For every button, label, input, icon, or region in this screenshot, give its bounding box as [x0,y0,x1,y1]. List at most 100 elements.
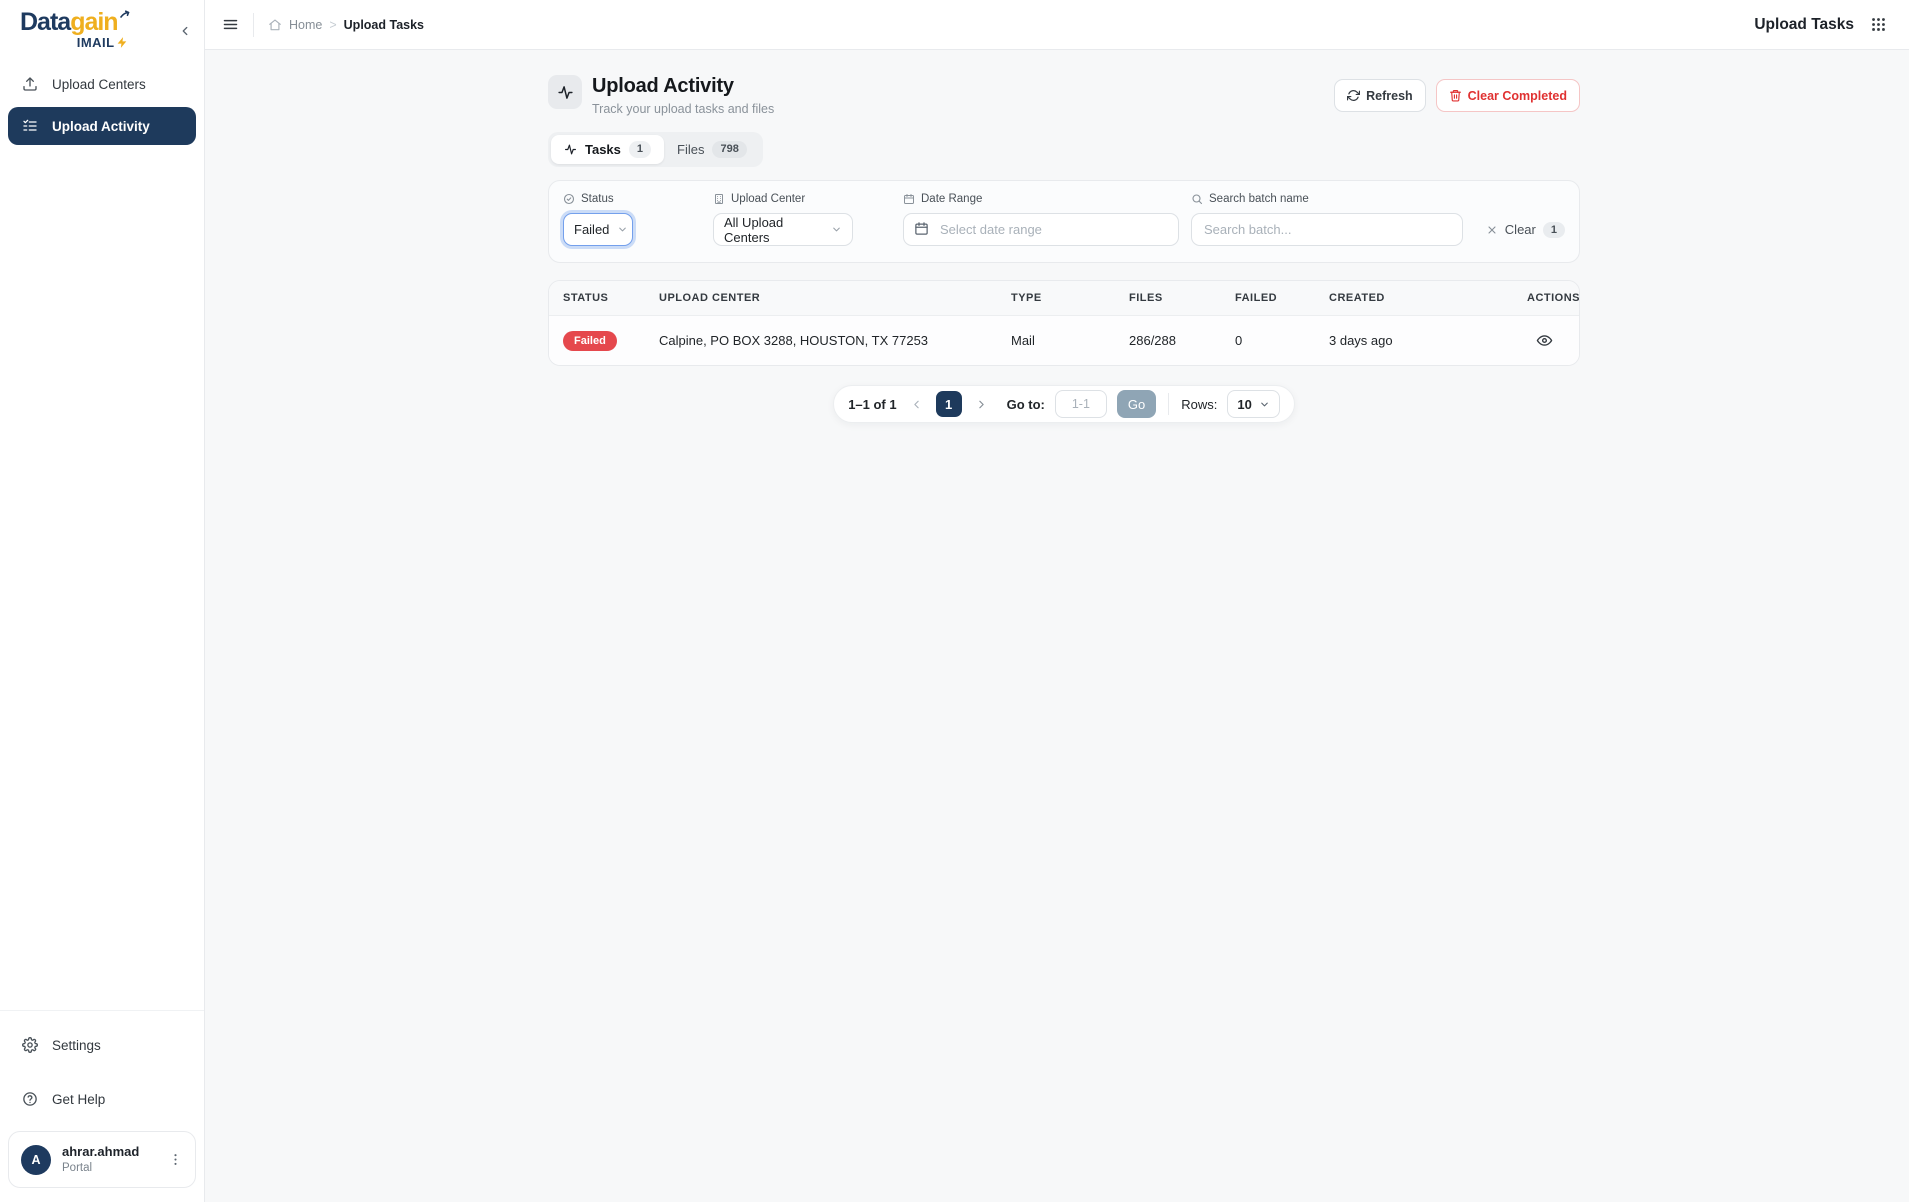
sidebar-item-settings[interactable]: Settings [0,1023,204,1067]
column-header-type: TYPE [1011,292,1129,304]
clear-completed-button[interactable]: Clear Completed [1436,79,1580,112]
cell-created: 3 days ago [1329,333,1527,348]
refresh-button[interactable]: Refresh [1334,79,1426,112]
filter-search-label: Search batch name [1209,193,1309,205]
activity-icon [548,75,582,109]
column-header-created: CREATED [1329,292,1527,304]
goto-page-input[interactable] [1055,390,1107,418]
upload-center-select-value: All Upload Centers [724,215,823,245]
sidebar-footer: Settings Get Help A ahrar.ahmad Portal [0,1010,204,1202]
pagination-divider [1168,393,1169,415]
tab-tasks[interactable]: Tasks 1 [551,135,664,164]
cell-upload-center: Calpine, PO BOX 3288, HOUSTON, TX 77253 [659,333,1011,348]
logo-text-gain: gain [70,10,117,35]
clear-filters-count-badge: 1 [1543,222,1565,238]
filter-upload-center: Upload Center All Upload Centers [713,193,853,246]
app-grid-icon[interactable] [1870,16,1887,33]
filter-upload-center-label: Upload Center [731,193,805,205]
chevron-down-icon [831,224,842,235]
user-name: ahrar.ahmad [62,1144,157,1160]
sidebar-item-get-help[interactable]: Get Help [0,1077,204,1121]
logo-text-data: Data [20,10,70,35]
status-select[interactable]: Failed [563,213,633,246]
page-title: Upload Activity [592,75,774,98]
column-header-failed: FAILED [1235,292,1329,304]
eye-icon [1536,332,1553,349]
cell-type: Mail [1011,333,1129,348]
tab-label: Tasks [585,142,621,157]
column-header-status: STATUS [563,292,659,304]
calendar-icon [914,221,929,236]
chevron-left-icon[interactable] [907,398,926,411]
user-meta: ahrar.ahmad Portal [62,1144,157,1175]
clear-filters-label: Clear [1505,222,1536,237]
content-area: Upload Activity Track your upload tasks … [205,50,1909,1202]
sidebar-collapse-button[interactable] [178,24,192,38]
trash-icon [1449,89,1462,102]
tab-files[interactable]: Files 798 [664,135,760,164]
filter-status: Status Failed [563,193,633,246]
page-header: Upload Activity Track your upload tasks … [548,75,1580,116]
breadcrumb-current: Upload Tasks [344,18,424,32]
breadcrumb-separator: > [329,18,336,32]
status-circle-icon [563,193,575,205]
status-badge: Failed [563,331,617,351]
column-header-files: FILES [1129,292,1235,304]
header-actions: Refresh Clear Completed [1334,79,1580,112]
cell-files: 286/288 [1129,333,1235,348]
topbar-page-title: Upload Tasks [1754,16,1854,34]
avatar: A [21,1145,51,1175]
status-select-value: Failed [574,222,609,237]
view-task-button[interactable] [1527,332,1565,349]
table-header-row: STATUS UPLOAD CENTER TYPE FILES FAILED C… [549,281,1579,316]
sidebar: Datagain IMAIL [0,0,205,1202]
go-button[interactable]: Go [1117,390,1156,418]
page-title-block: Upload Activity Track your upload tasks … [592,75,774,116]
topbar-divider [253,13,254,37]
breadcrumb-home[interactable]: Home [289,18,322,32]
chevron-down-icon [1259,399,1270,410]
table-row[interactable]: Failed Calpine, PO BOX 3288, HOUSTON, TX… [549,316,1579,365]
hamburger-menu-icon[interactable] [222,16,239,33]
rows-per-page-select[interactable]: 10 [1227,390,1279,418]
user-menu-dots-icon[interactable] [168,1152,183,1167]
sidebar-item-upload-activity[interactable]: Upload Activity [8,107,196,145]
goto-label: Go to: [1007,397,1045,412]
user-card[interactable]: A ahrar.ahmad Portal [8,1131,196,1188]
sidebar-nav: Upload Centers Upload Activity [0,63,204,147]
building-icon [713,193,725,205]
clear-completed-button-label: Clear Completed [1468,89,1567,103]
cell-failed: 0 [1235,333,1329,348]
logo-row: Datagain IMAIL [0,0,204,53]
main-area: Home > Upload Tasks Upload Tasks [205,0,1909,1202]
column-header-upload-center: UPLOAD CENTER [659,292,1011,304]
topbar-right: Upload Tasks [1754,16,1887,34]
upload-icon [22,76,38,92]
tab-label: Files [677,142,704,157]
upload-center-select[interactable]: All Upload Centers [713,213,853,246]
home-icon [268,18,282,32]
date-range-input[interactable] [903,213,1179,246]
logo-arrow-icon [119,8,131,20]
page-subtitle: Track your upload tasks and files [592,102,774,116]
filter-bar: Status Failed [548,180,1580,263]
refresh-button-label: Refresh [1366,89,1413,103]
gear-icon [22,1037,38,1053]
tab-count-badge: 1 [629,141,651,158]
column-header-actions: ACTIONS [1527,292,1580,304]
breadcrumb: Home > Upload Tasks [268,18,424,32]
filter-date-range-label: Date Range [921,193,982,205]
refresh-icon [1347,89,1360,102]
clear-filters-button[interactable]: Clear 1 [1486,213,1565,246]
sidebar-item-label: Settings [52,1038,101,1053]
search-batch-input[interactable] [1191,213,1463,246]
rows-label: Rows: [1181,397,1217,412]
topbar: Home > Upload Tasks Upload Tasks [205,0,1909,50]
tasks-table: STATUS UPLOAD CENTER TYPE FILES FAILED C… [548,280,1580,366]
sidebar-item-upload-centers[interactable]: Upload Centers [8,65,196,103]
page-number-button[interactable]: 1 [936,391,962,417]
tab-bar: Tasks 1 Files 798 [548,132,763,167]
chevron-right-icon[interactable] [972,398,991,411]
app-window: Datagain IMAIL [0,0,1909,1202]
sidebar-item-label: Upload Centers [52,77,146,92]
